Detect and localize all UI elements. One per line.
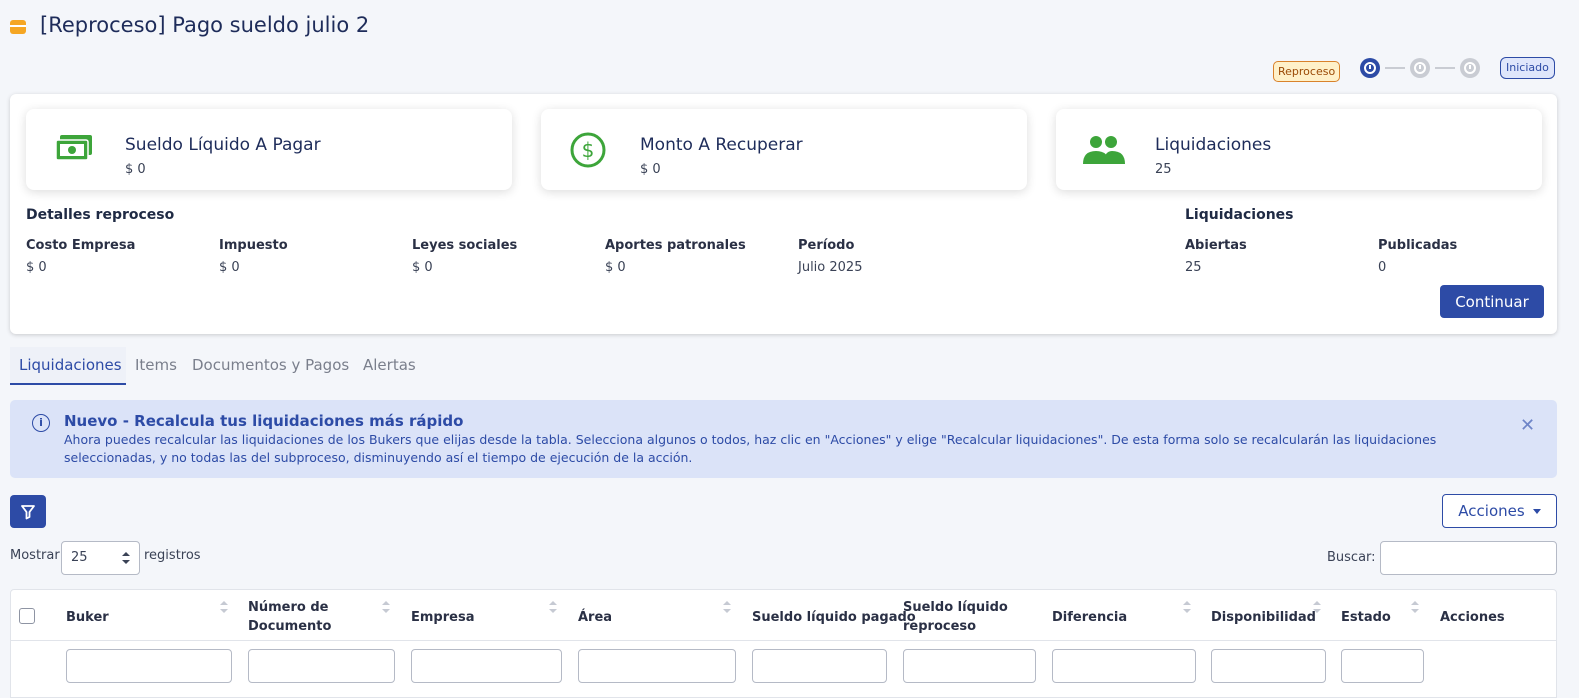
column-header-diferencia[interactable]: Diferencia [1052,608,1127,627]
kpi-title: Sueldo Líquido A Pagar [125,135,321,155]
liquidaciones-value: 25 [1185,260,1202,275]
sort-icon[interactable] [549,601,557,615]
kpi-card-sueldo: Sueldo Líquido A Pagar $ 0 [26,109,512,190]
filter-icon [21,505,35,520]
detail-value: $ 0 [26,260,47,275]
sort-icon[interactable] [1313,601,1321,615]
filter-input-estado[interactable] [1341,649,1424,683]
detail-label: Período [798,238,855,253]
reproceso-badge: Reproceso [1273,61,1341,82]
process-stepper [1360,58,1480,78]
process-icon [10,20,26,34]
detail-value: $ 0 [412,260,433,275]
detail-value: $ 0 [219,260,240,275]
liquidaciones-label: Abiertas [1185,238,1247,253]
filter-input-empresa[interactable] [411,649,562,683]
filter-input-buker[interactable] [66,649,232,683]
column-header-area[interactable]: Área [578,608,612,627]
column-header-disponibilidad[interactable]: Disponibilidad [1211,608,1316,627]
kpi-title: Liquidaciones [1155,135,1272,155]
page-size-select[interactable]: 25 [61,541,140,575]
close-icon[interactable]: ✕ [1520,415,1535,436]
sort-icon[interactable] [723,601,731,615]
sort-icon[interactable] [382,601,390,615]
tab-alertas[interactable]: Alertas [363,356,416,374]
money-bill-icon [55,135,92,161]
search-label: Buscar: [1327,550,1376,565]
step-1-clock-icon [1360,58,1380,78]
page-title: [Reproceso] Pago sueldo julio 2 [40,13,370,37]
users-icon [1083,136,1125,164]
filter-input-sueldo-pagado[interactable] [752,649,887,683]
step-2-clock-icon [1410,58,1430,78]
continue-button[interactable]: Continuar [1440,285,1544,318]
detail-label: Impuesto [219,238,288,253]
sort-icon[interactable] [220,601,228,615]
info-alert: i Nuevo - Recalcula tus liquidaciones má… [10,400,1557,478]
sort-icon[interactable] [1183,601,1191,615]
filter-input-sueldo-reproceso[interactable] [903,649,1036,683]
column-header-numero-documento[interactable]: Número de Documento [248,598,373,636]
column-header-buker[interactable]: Buker [66,608,109,627]
alert-title: Nuevo - Recalcula tus liquidaciones más … [64,412,464,430]
kpi-value: 25 [1155,162,1172,177]
show-label: Mostrar [10,548,60,563]
select-all-checkbox[interactable] [19,608,35,624]
caret-down-icon [1532,509,1541,514]
column-header-sueldo-pagado[interactable]: Sueldo líquido pagado [752,608,916,627]
tab-liquidaciones[interactable]: Liquidaciones [19,356,122,374]
filter-input-area[interactable] [578,649,736,683]
acciones-label: Acciones [1458,502,1525,520]
svg-text:$: $ [582,138,595,162]
liquidaciones-label: Publicadas [1378,238,1458,253]
records-label: registros [144,548,201,563]
detail-label: Costo Empresa [26,238,136,253]
details-heading: Detalles reproceso [26,207,175,223]
column-header-estado[interactable]: Estado [1341,608,1391,627]
detail-value: Julio 2025 [798,260,863,275]
status-badge: Iniciado [1500,57,1555,79]
detail-label: Aportes patronales [605,238,746,253]
column-header-acciones: Acciones [1440,610,1505,625]
acciones-button[interactable]: Acciones [1442,494,1557,528]
header-divider [10,640,1557,641]
tab-items[interactable]: Items [135,356,177,374]
tab-documentos-pagos[interactable]: Documentos y Pagos [192,356,349,374]
alert-body: Ahora puedes recalcular las liquidacione… [64,432,1437,465]
summary-card: Sueldo Líquido A Pagar $ 0 $ Monto A Rec… [10,94,1557,334]
sort-icon[interactable] [1411,601,1419,615]
filter-input-diferencia[interactable] [1052,649,1196,683]
page-size-value: 25 [71,550,88,565]
search-input[interactable] [1380,541,1557,575]
kpi-title: Monto A Recuperar [640,135,803,155]
step-3-clock-icon [1460,58,1480,78]
kpi-card-monto: $ Monto A Recuperar $ 0 [541,109,1027,190]
tab-underline [10,383,126,385]
detail-label: Leyes sociales [412,238,518,253]
detail-value: $ 0 [605,260,626,275]
info-icon: i [32,414,50,432]
kpi-card-liquidaciones: Liquidaciones 25 [1056,109,1542,190]
kpi-value: $ 0 [640,162,661,177]
column-header-empresa[interactable]: Empresa [411,608,474,627]
filter-input-disponibilidad[interactable] [1211,649,1326,683]
liquidaciones-heading: Liquidaciones [1185,207,1294,223]
dollar-circle-icon: $ [570,132,606,168]
filter-input-numero-documento[interactable] [248,649,395,683]
column-header-sueldo-reproceso[interactable]: Sueldo líquido reproceso [903,598,1028,636]
select-arrows-icon [122,552,130,564]
filter-button[interactable] [10,495,46,528]
liquidaciones-value: 0 [1378,260,1387,275]
kpi-value: $ 0 [125,162,146,177]
